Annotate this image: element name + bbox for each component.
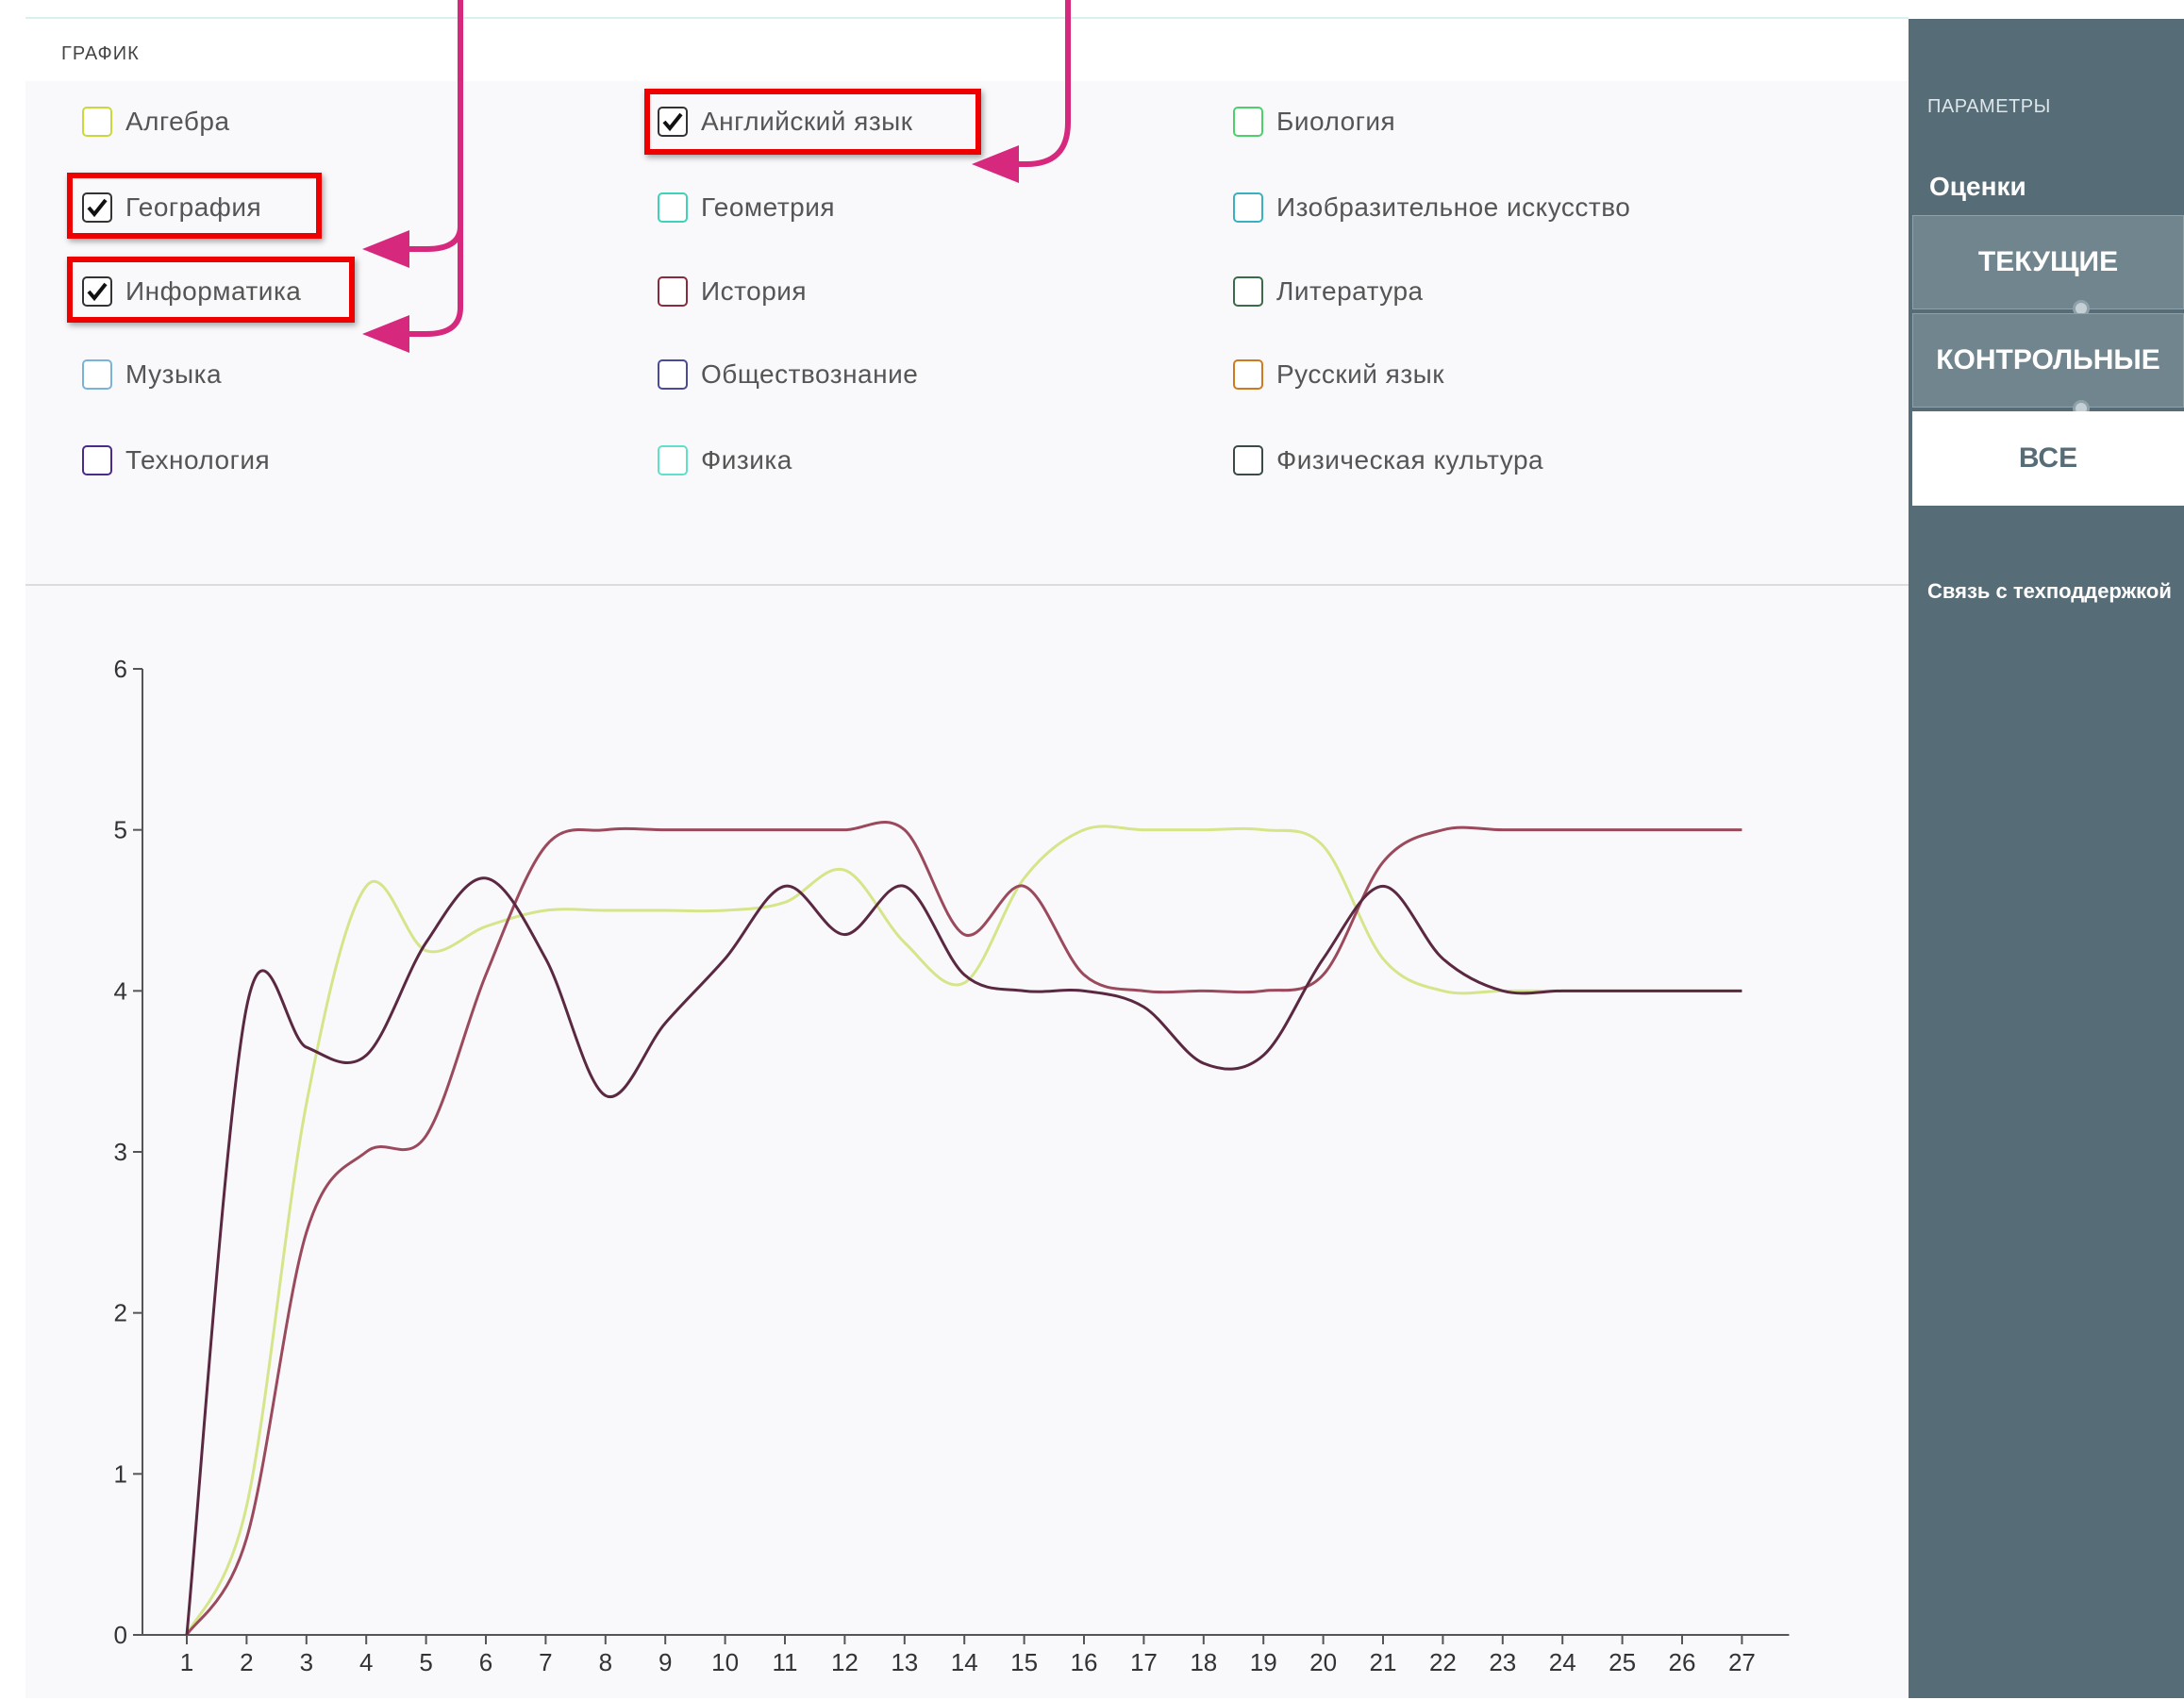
subject-label: Изобразительное искусство xyxy=(1276,192,1631,222)
highlight-frame xyxy=(644,89,981,155)
x-tick-label: 24 xyxy=(1549,1648,1576,1676)
support-link[interactable]: Связь с техподдержкой xyxy=(1927,579,2172,604)
subject-checkbox[interactable] xyxy=(658,192,688,223)
series-line xyxy=(185,876,1742,1636)
x-tick-label: 6 xyxy=(479,1648,492,1676)
subject-label: Обществознание xyxy=(701,359,919,389)
subject-item[interactable]: Технология xyxy=(82,440,270,481)
graph-panel: ГРАФИК Алгебра Английский язык Биология Гео… xyxy=(25,17,1909,1698)
subject-checkbox[interactable] xyxy=(658,359,688,390)
subject-checkbox[interactable] xyxy=(1233,107,1263,137)
subject-checkbox[interactable] xyxy=(82,107,112,137)
highlight-frame xyxy=(67,257,355,323)
x-tick-label: 22 xyxy=(1429,1648,1457,1676)
line-chart-svg: 01234561 2 3 4 5 6 7 8 9 10 11 12 13 14 15 16 17 18 19 20 21… xyxy=(114,655,1790,1676)
subject-checkbox[interactable] xyxy=(658,445,688,475)
subject-label: Технология xyxy=(125,445,271,475)
x-tick-label: 20 xyxy=(1309,1648,1337,1676)
subject-checkbox[interactable] xyxy=(658,276,688,307)
subject-checkbox[interactable] xyxy=(1233,192,1263,223)
x-tick-label: 8 xyxy=(599,1648,612,1676)
subject-label: Алгебра xyxy=(125,107,230,136)
x-tick-label: 1 xyxy=(180,1648,193,1676)
x-tick-label: 2 xyxy=(240,1648,253,1676)
x-tick-label: 17 xyxy=(1130,1648,1158,1676)
graph-header: ГРАФИК xyxy=(25,19,1909,81)
x-tick-label: 5 xyxy=(419,1648,432,1676)
params-heading: ПАРАМЕТРЫ xyxy=(1927,96,2051,117)
subject-item[interactable]: Биология xyxy=(1233,101,1395,142)
subject-item[interactable]: Литература xyxy=(1233,271,1424,312)
x-tick-label: 3 xyxy=(300,1648,313,1676)
parameters-sidebar: ПАРАМЕТРЫ Оценки ТЕКУЩИЕ КОНТРОЛЬНЫЕ ВСЕ… xyxy=(1909,19,2184,1698)
x-tick-label: 10 xyxy=(711,1648,739,1676)
grades-chart: 0 1 2 3 4 5 6 1 2 3 4 5 6 7 8 9 10 11 12 13 14 15 16 17 18 19 20 21… xyxy=(25,594,1909,1700)
x-tick-label: 18 xyxy=(1190,1648,1217,1676)
x-tick-label: 12 xyxy=(831,1648,859,1676)
filter-all-button[interactable]: ВСЕ xyxy=(1912,411,2184,506)
subject-checkbox[interactable] xyxy=(1233,359,1263,390)
series-line xyxy=(185,820,1742,1636)
filter-control-button[interactable]: КОНТРОЛЬНЫЕ xyxy=(1912,313,2184,408)
x-tick-label: 19 xyxy=(1250,1648,1277,1676)
x-tick-label: 14 xyxy=(951,1648,978,1676)
x-tick-label: 4 xyxy=(359,1648,373,1676)
y-tick-label: 3 xyxy=(114,1138,127,1166)
series-line xyxy=(185,825,1742,1636)
y-tick-label: 6 xyxy=(114,655,127,683)
subject-label: Биология xyxy=(1276,107,1396,136)
y-tick-label: 0 xyxy=(114,1621,127,1649)
x-tick-label: 26 xyxy=(1669,1648,1696,1676)
x-tick-label: 15 xyxy=(1010,1648,1038,1676)
x-tick-label: 9 xyxy=(659,1648,672,1676)
page-title: ГРАФИК xyxy=(61,43,140,64)
subject-item[interactable]: Геометрия xyxy=(658,187,835,228)
subject-label: Физика xyxy=(701,445,792,475)
y-tick-label: 4 xyxy=(114,976,127,1005)
subject-checkbox[interactable] xyxy=(1233,445,1263,475)
subject-label: Литература xyxy=(1276,276,1424,306)
subject-item[interactable]: Алгебра xyxy=(82,101,230,142)
filter-current-button[interactable]: ТЕКУЩИЕ xyxy=(1912,215,2184,309)
subject-label: Музыка xyxy=(125,359,223,389)
x-tick-label: 7 xyxy=(539,1648,552,1676)
subject-item[interactable]: Русский язык xyxy=(1233,354,1444,395)
subject-label: Геометрия xyxy=(701,192,836,222)
highlight-frame xyxy=(67,173,322,239)
subject-label: Физическая культура xyxy=(1276,445,1544,475)
subject-label: История xyxy=(701,276,808,306)
y-tick-label: 1 xyxy=(114,1459,127,1488)
grades-heading: Оценки xyxy=(1929,172,2026,201)
subject-item[interactable]: Изобразительное искусство xyxy=(1233,187,1630,228)
subject-checkbox[interactable] xyxy=(82,445,112,475)
x-tick-label: 13 xyxy=(891,1648,918,1676)
subject-item[interactable]: Обществознание xyxy=(658,354,918,395)
x-tick-label: 25 xyxy=(1609,1648,1636,1676)
x-tick-label: 16 xyxy=(1071,1648,1098,1676)
subject-checkbox[interactable] xyxy=(82,359,112,390)
divider xyxy=(25,584,1909,586)
x-tick-label: 23 xyxy=(1489,1648,1516,1676)
subject-item[interactable]: История xyxy=(658,271,807,312)
y-tick-label: 5 xyxy=(114,816,127,844)
subject-label: Русский язык xyxy=(1276,359,1445,389)
subject-item[interactable]: Музыка xyxy=(82,354,222,395)
subject-checkbox[interactable] xyxy=(1233,276,1263,307)
subject-checkbox-list: Алгебра Английский язык Биология География Г… xyxy=(25,81,1909,581)
x-tick-label: 11 xyxy=(773,1648,798,1676)
subject-item[interactable]: Физическая культура xyxy=(1233,440,1543,481)
x-tick-label: 21 xyxy=(1370,1648,1397,1676)
x-tick-label: 27 xyxy=(1728,1648,1756,1676)
y-tick-label: 2 xyxy=(114,1299,127,1327)
subject-item[interactable]: Физика xyxy=(658,440,792,481)
